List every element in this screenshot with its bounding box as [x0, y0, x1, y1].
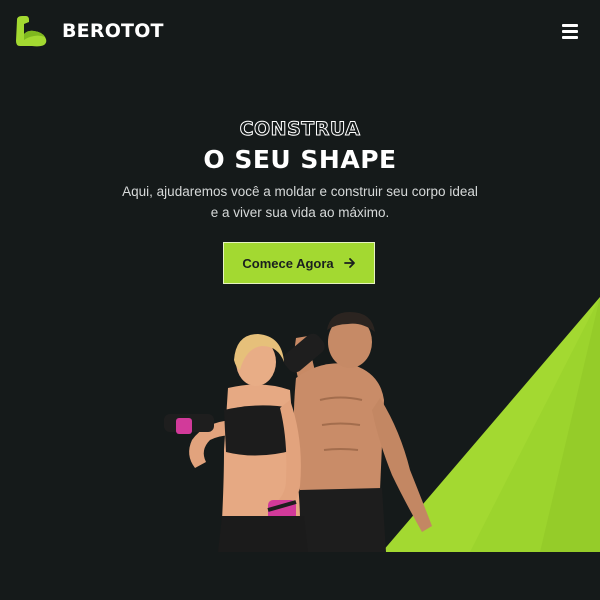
start-now-label: Comece Agora — [242, 255, 334, 271]
hero-eyebrow: CONSTRUA — [239, 118, 361, 141]
brand-name: BEROTOT — [62, 20, 164, 42]
site-header: BEROTOT — [0, 0, 600, 64]
flexed-arm-icon — [16, 16, 47, 47]
arrow-right-icon — [343, 258, 355, 268]
hero-title: O SEU SHAPE — [203, 145, 397, 174]
hero-subtitle: Aqui, ajudaremos você a moldar e constru… — [122, 184, 478, 220]
brand-logo[interactable]: BEROTOT — [14, 14, 164, 48]
hamburger-menu-icon[interactable] — [562, 24, 580, 40]
start-now-button[interactable]: Comece Agora — [223, 242, 375, 284]
hero-image — [164, 297, 600, 552]
woman-figure — [164, 334, 308, 552]
